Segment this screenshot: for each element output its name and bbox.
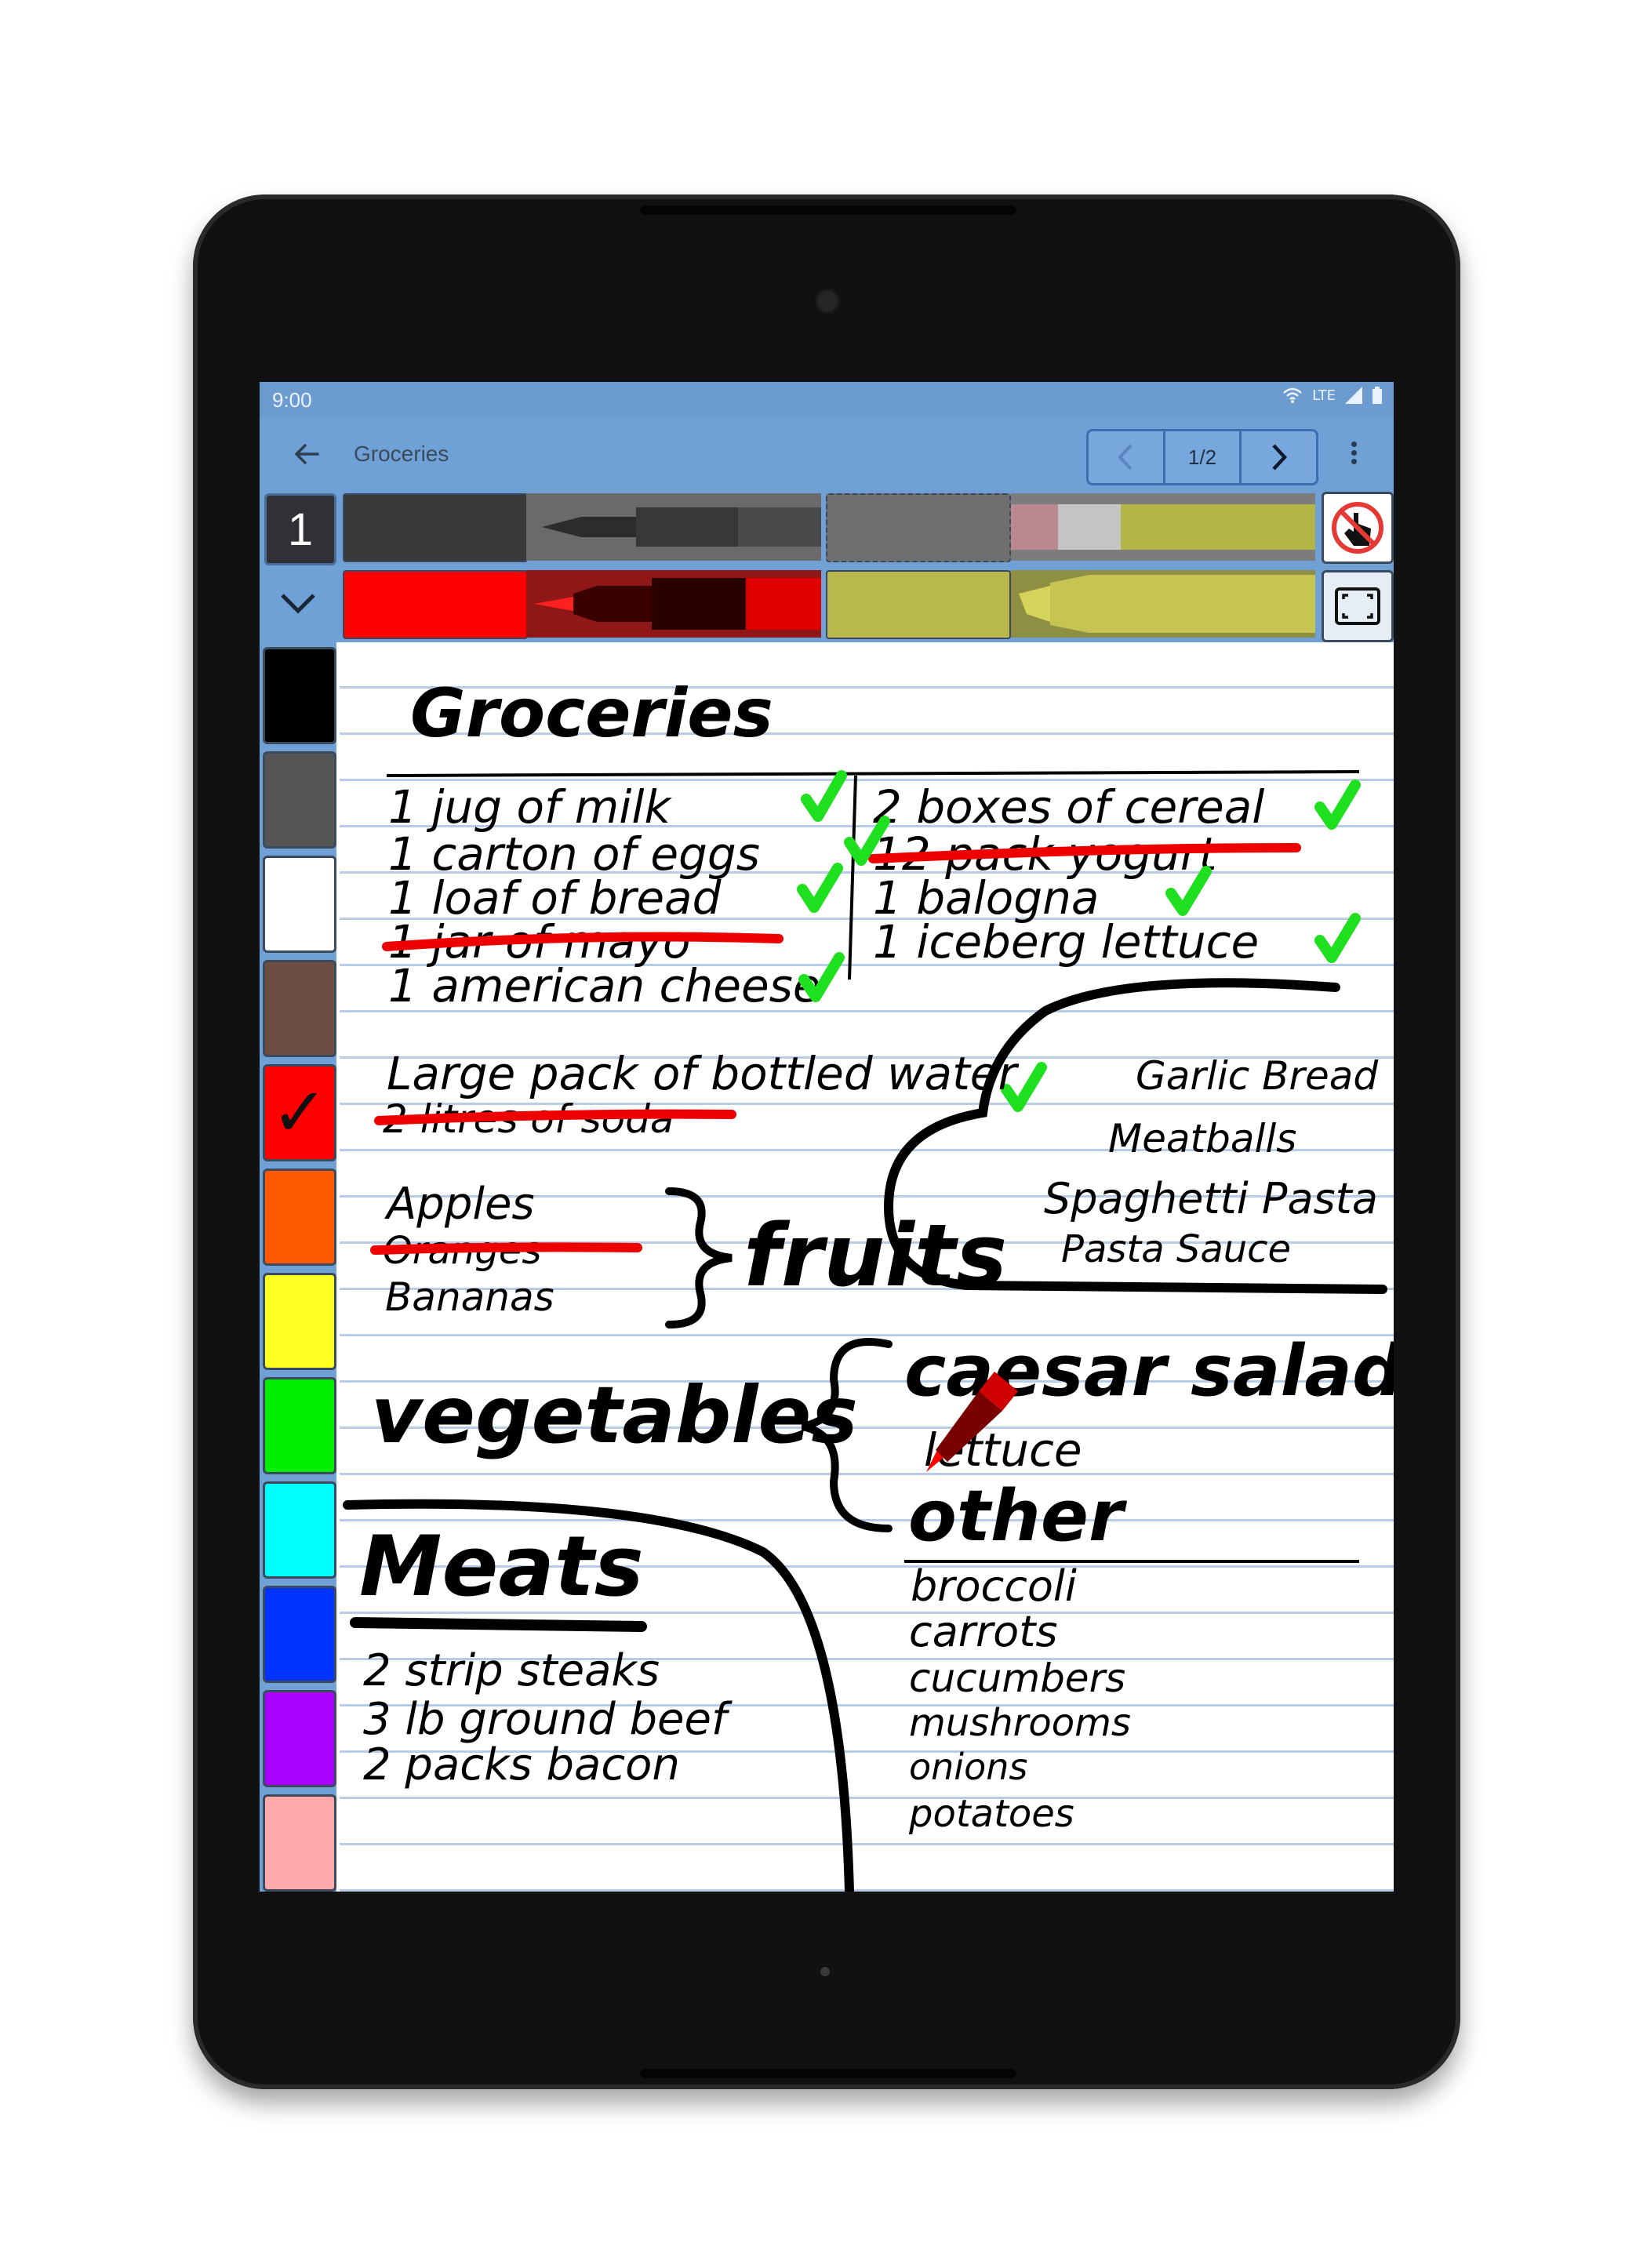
italian-item: Meatballs xyxy=(1108,1116,1296,1161)
palette-color-brown[interactable] xyxy=(263,960,336,1057)
fit-screen-button[interactable] xyxy=(1322,570,1394,642)
chevron-down-icon xyxy=(281,594,315,614)
other-label: other xyxy=(908,1475,1128,1557)
palette-color-purple[interactable] xyxy=(263,1690,336,1787)
pen-red-swatch[interactable] xyxy=(343,570,528,639)
other-item: onions xyxy=(909,1746,1027,1788)
note-page[interactable]: Groceries 1 jug of milk 1 carton of eggs… xyxy=(340,642,1394,1892)
pen-dark-swatch[interactable] xyxy=(343,493,528,562)
italian-item: Garlic Bread xyxy=(1136,1053,1378,1099)
screen: 9:00 LTE Groceries 1/2 1 ✓ Groceries 1 j… xyxy=(260,382,1394,1892)
note-title: Groceries xyxy=(410,674,773,753)
water-item: Large pack of bottled water xyxy=(387,1047,1019,1100)
highlighter-swatch[interactable] xyxy=(826,570,1011,639)
palette-color-yellow[interactable] xyxy=(263,1273,336,1370)
palette-color-pink[interactable] xyxy=(263,1794,336,1892)
palette-color-green[interactable] xyxy=(263,1377,336,1474)
vegetables-label: vegetables xyxy=(371,1369,858,1461)
meats-label: Meats xyxy=(359,1518,644,1615)
other-item: broccoli xyxy=(911,1561,1077,1611)
fit-screen-icon xyxy=(1335,587,1380,625)
status-icons: LTE xyxy=(1282,387,1383,404)
eraser-pen-icon[interactable] xyxy=(1011,493,1315,561)
italian-item: Spaghetti Pasta xyxy=(1044,1174,1378,1223)
list-right-item: 2 boxes of cereal xyxy=(873,780,1264,834)
next-page-button[interactable] xyxy=(1242,431,1316,483)
status-bar: 9:00 LTE xyxy=(260,382,1394,418)
status-time: 9:00 xyxy=(272,388,312,412)
palette-color-orange[interactable] xyxy=(263,1169,336,1266)
fruit-item: Apples xyxy=(384,1179,535,1230)
red-marker-icon[interactable] xyxy=(526,570,821,638)
meat-item: 2 packs bacon xyxy=(363,1739,680,1790)
sensor-dot xyxy=(820,1967,830,1976)
pen-toolbar: 1 xyxy=(260,489,1394,642)
overflow-menu-icon[interactable] xyxy=(1342,438,1365,470)
wifi-icon xyxy=(1283,387,1302,403)
pen-set-number[interactable]: 1 xyxy=(264,493,336,565)
fruits-label: fruits xyxy=(744,1205,1007,1306)
palette-color-blue[interactable] xyxy=(263,1586,336,1683)
other-item: potatoes xyxy=(908,1792,1074,1836)
no-touch-icon xyxy=(1332,502,1383,554)
back-arrow-icon[interactable] xyxy=(289,437,324,471)
other-item: mushrooms xyxy=(909,1701,1131,1745)
selected-check-icon: ✓ xyxy=(271,1074,329,1152)
meat-item: 2 strip steaks xyxy=(363,1645,660,1696)
front-camera xyxy=(815,289,840,314)
palette-color-red[interactable]: ✓ xyxy=(263,1064,336,1161)
palette-color-black[interactable] xyxy=(263,647,336,744)
network-type-label: LTE xyxy=(1312,387,1336,404)
page-navigator: 1/2 xyxy=(1086,429,1318,485)
app-bar: Groceries 1/2 xyxy=(260,418,1394,489)
other-item: cucumbers xyxy=(909,1656,1125,1701)
ink-layer: Groceries 1 jug of milk 1 carton of eggs… xyxy=(343,674,1394,1892)
palette-color-white[interactable] xyxy=(263,856,336,953)
highlighter-icon[interactable] xyxy=(1011,570,1315,638)
chevron-left-icon xyxy=(1118,444,1133,471)
battery-icon xyxy=(1372,387,1382,404)
previous-page-button[interactable] xyxy=(1089,431,1165,483)
italian-item: Pasta Sauce xyxy=(1061,1227,1291,1271)
expand-toolbar-button[interactable] xyxy=(264,570,332,638)
meat-item: 3 lb ground beef xyxy=(363,1694,733,1745)
list-left-item: 1 jug of milk xyxy=(388,780,673,834)
document-title: Groceries xyxy=(354,442,449,466)
page-indicator: 1/2 xyxy=(1165,431,1242,483)
no-touch-button[interactable] xyxy=(1322,492,1394,564)
palette-color-cyan[interactable] xyxy=(263,1481,336,1579)
signal-icon xyxy=(1345,387,1362,404)
other-item: carrots xyxy=(909,1607,1058,1656)
list-left-item: 1 american cheese xyxy=(388,959,821,1012)
chevron-right-icon xyxy=(1272,444,1287,471)
color-palette: ✓ xyxy=(260,642,336,1892)
palette-color-gray[interactable] xyxy=(263,751,336,849)
dark-marker-icon[interactable] xyxy=(526,493,821,561)
fruit-item: Bananas xyxy=(385,1274,554,1320)
list-right-item: 1 iceberg lettuce xyxy=(873,915,1259,969)
eraser-swatch[interactable] xyxy=(826,493,1011,562)
